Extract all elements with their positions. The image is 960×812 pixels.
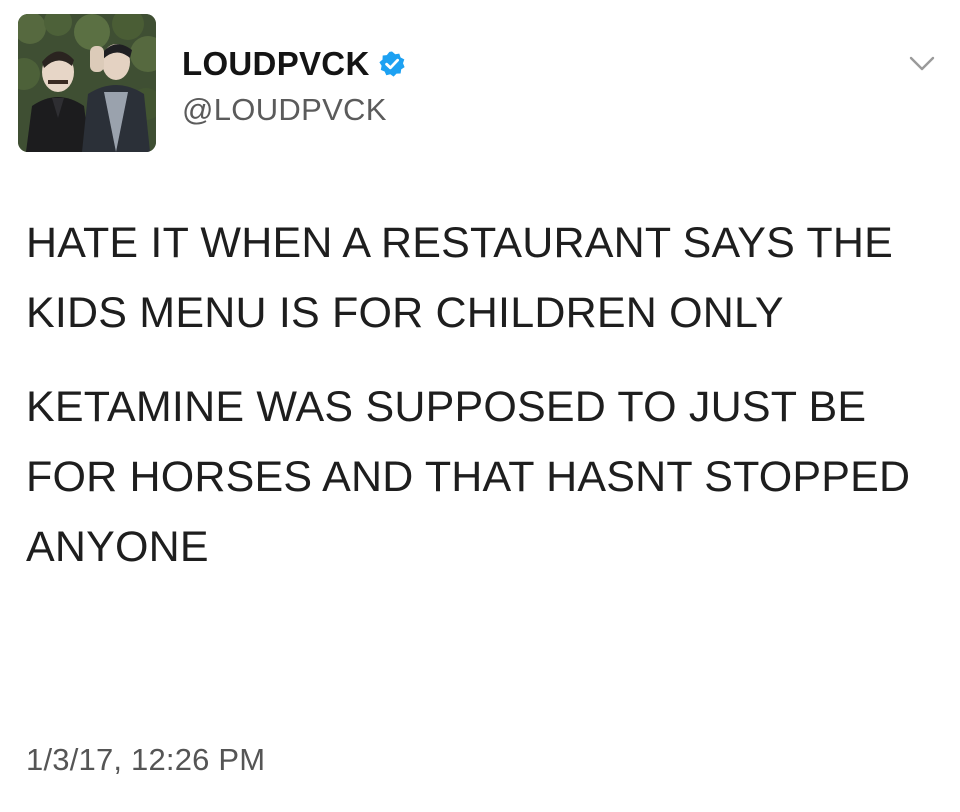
tweet-text: HATE IT WHEN A RESTAURANT SAYS THE KIDS … bbox=[26, 208, 926, 582]
tweet-header: LOUDPVCK @LOUDPVCK bbox=[18, 14, 942, 154]
tweet-card: LOUDPVCK @LOUDPVCK HATE IT WHEN A RESTAU… bbox=[0, 0, 960, 812]
tweet-timestamp[interactable]: 1/3/17, 12:26 PM bbox=[26, 740, 265, 780]
tweet-paragraph: KETAMINE WAS SUPPOSED TO JUST BE FOR HOR… bbox=[26, 383, 911, 571]
user-handle[interactable]: @LOUDPVCK bbox=[182, 92, 387, 128]
verified-badge-icon bbox=[378, 50, 406, 78]
display-name-row: LOUDPVCK bbox=[182, 44, 406, 84]
avatar[interactable] bbox=[18, 14, 156, 152]
chevron-down-icon[interactable] bbox=[908, 54, 936, 74]
tweet-paragraph: HATE IT WHEN A RESTAURANT SAYS THE KIDS … bbox=[26, 219, 893, 337]
display-name[interactable]: LOUDPVCK bbox=[182, 44, 370, 84]
